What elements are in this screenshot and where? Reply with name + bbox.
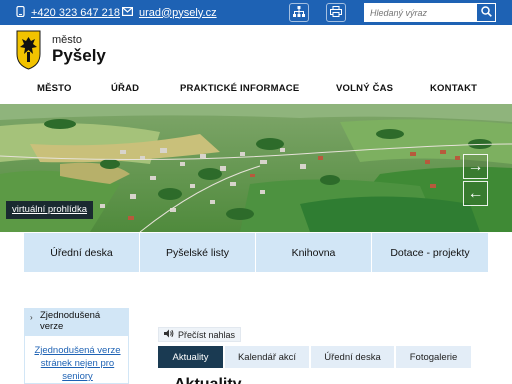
tab-aktuality[interactable]: Aktuality [158, 346, 223, 368]
nav-item-kontakt[interactable]: KONTAKT [430, 78, 477, 104]
top-bar: +420 323 647 218 urad@pysely.cz [0, 0, 512, 25]
virtual-tour-button[interactable]: virtuální prohlídka [6, 201, 93, 219]
speaker-icon [164, 329, 174, 340]
phone-icon [16, 5, 25, 20]
town-crest-logo[interactable] [16, 30, 41, 70]
quick-links: Úřední deska Pyšelské listy Knihovna Dot… [24, 233, 488, 272]
print-icon [330, 4, 342, 22]
nav-item-prakticke-informace[interactable]: PRAKTICKÉ INFORMACE [180, 78, 299, 104]
tab-uredni-deska[interactable]: Úřední deska [311, 346, 394, 368]
phone-link[interactable]: +420 323 647 218 [16, 0, 120, 25]
main-navigation: MĚSTO ÚŘAD PRAKTICKÉ INFORMACE VOLNÝ ČAS… [0, 78, 512, 104]
chevron-right-icon: › [30, 313, 33, 322]
search-input[interactable] [364, 3, 476, 22]
phone-number[interactable]: +420 323 647 218 [31, 7, 120, 19]
town-subtitle: město [52, 34, 82, 46]
nav-item-mesto[interactable]: MĚSTO [37, 78, 72, 104]
arrow-right-icon: → [467, 157, 484, 175]
search-icon [480, 4, 492, 22]
tile-knihovna[interactable]: Knihovna [256, 233, 371, 272]
sitemap-icon [293, 4, 305, 22]
simplified-version-link[interactable]: Zjednodušená verze stránek nejen pro sen… [29, 344, 126, 383]
nav-item-volny-cas[interactable]: VOLNÝ ČAS [336, 78, 393, 104]
search-button[interactable] [476, 3, 496, 22]
mail-icon [122, 6, 134, 19]
tile-uredni-deska[interactable]: Úřední deska [24, 233, 139, 272]
sidebar-title: Zjednodušená verze [40, 310, 101, 332]
tile-dotace-projekty[interactable]: Dotace - projekty [372, 233, 488, 272]
sidebar-heading[interactable]: › Zjednodušená verze [24, 308, 129, 335]
tab-fotogalerie[interactable]: Fotogalerie [396, 346, 471, 368]
tab-kalendar-akci[interactable]: Kalendář akcí [225, 346, 309, 368]
read-aloud-button[interactable]: Přečíst nahlas [158, 327, 242, 342]
town-title[interactable]: Pyšely [52, 46, 106, 66]
arrow-left-icon: ← [467, 184, 484, 202]
slider-prev-button[interactable]: ← [463, 181, 488, 206]
sidebar-panel: Zjednodušená verze stránek nejen pro sen… [24, 335, 129, 384]
slider-next-button[interactable]: → [463, 154, 488, 179]
tile-pyselske-listy[interactable]: Pyšelské listy [140, 233, 255, 272]
sitemap-button[interactable] [289, 3, 309, 22]
read-aloud-label: Přečíst nahlas [178, 329, 236, 340]
print-button[interactable] [326, 3, 346, 22]
section-heading: Aktuality [174, 376, 242, 384]
email-link[interactable]: urad@pysely.cz [122, 0, 217, 25]
email-address[interactable]: urad@pysely.cz [139, 7, 217, 19]
nav-item-urad[interactable]: ÚŘAD [111, 78, 139, 104]
